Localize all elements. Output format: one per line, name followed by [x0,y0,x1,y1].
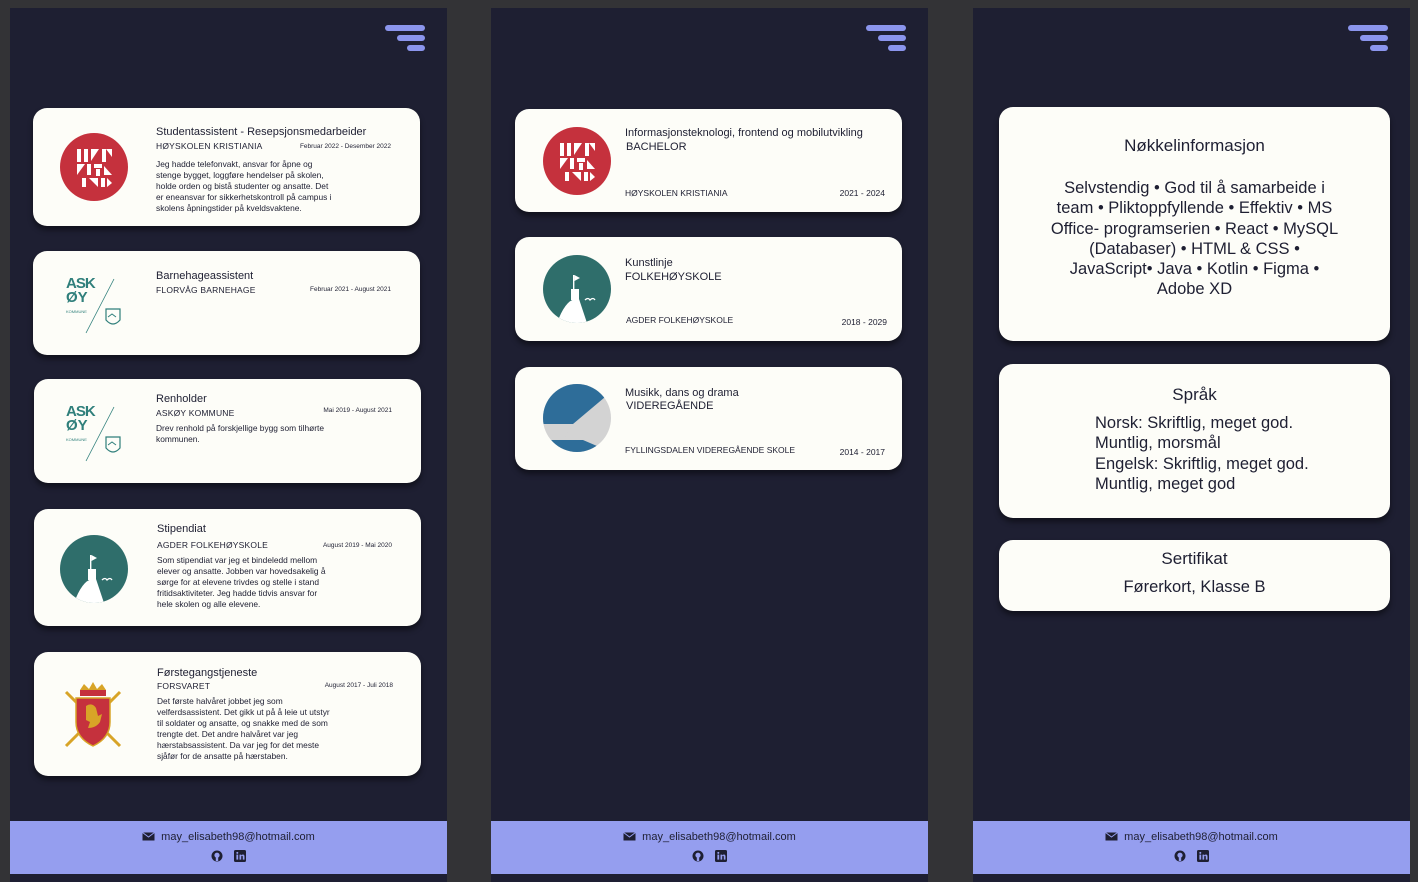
key-info-text: Selvstendig • God til å samarbeide i tea… [1050,179,1339,299]
job-org: AGDER FOLKEHØYSKOLE [157,540,269,550]
study-years: 2018 - 2029 [841,317,887,327]
study-title: Informasjonsteknologi, frontend og mobil… [625,127,863,139]
menu-icon[interactable] [385,25,425,51]
certificate-card: Sertifikat Førerkort, Klasse B [999,540,1390,611]
forsvaret-coat-of-arms [64,682,122,748]
footer: may_elisabeth98@hotmail.com [491,821,928,874]
job-description: Jeg hadde telefonvakt, ansvar for åpne o… [156,159,332,213]
kristiania-logo [543,127,611,195]
linkedin-icon[interactable] [714,849,727,862]
mail-icon [142,832,155,841]
education-page: Informasjonsteknologi, frontend og mobil… [491,8,928,882]
fyllingsdalen-logo [543,384,611,452]
job-title: Renholder [156,393,207,405]
email-link[interactable]: may_elisabeth98@hotmail.com [491,831,928,843]
study-degree: FOLKEHØYSKOLE [625,271,722,283]
key-info-card: Nøkkelinformasjon Selvstendig • God til … [999,107,1390,341]
study-school: HØYSKOLEN KRISTIANIA [625,188,728,198]
job-org: FLORVÅG BARNEHAGE [156,285,256,295]
job-title: Førstegangstjeneste [157,667,258,679]
job-date: August 2019 - Mai 2020 [322,542,392,549]
study-title: Musikk, dans og drama [625,387,739,399]
mail-icon [623,832,636,841]
folkehoyskole-logo [543,255,611,323]
askoy-logo: ASK ØY KOMMUNE [62,275,124,335]
language-text: Norsk: Skriftlig, meget god. Muntlig, mo… [1095,414,1309,493]
study-degree: BACHELOR [626,141,687,153]
work-card: Førstegangstjeneste FORSVARET August 201… [34,652,421,776]
education-card: Kunstlinje FOLKEHØYSKOLE AGDER FOLKEHØYS… [515,237,902,341]
job-description: Som stipendiat var jeg et bindeledd mell… [157,555,326,609]
certificate-heading: Sertifikat [1161,549,1228,568]
job-date: Februar 2021 - August 2021 [310,286,391,293]
work-card: Stipendiat AGDER FOLKEHØYSKOLE August 20… [34,509,421,626]
job-date: Februar 2022 - Desember 2022 [299,143,391,150]
mail-icon [1105,832,1118,841]
job-description: Drev renhold på forskjellige bygg som ti… [156,423,325,444]
work-card: ASK ØY KOMMUNE Barnehageassistent FLORVÅ… [33,251,420,355]
work-page: Studentassistent - Resepsjonsmedarbeider… [10,8,447,882]
key-info-heading: Nøkkelinformasjon [1124,136,1265,155]
study-years: 2014 - 2017 [839,447,885,457]
menu-icon[interactable] [1348,25,1388,51]
linkedin-icon[interactable] [1196,849,1209,862]
job-title: Stipendiat [157,523,206,535]
linkedin-icon[interactable] [233,849,246,862]
job-org: HØYSKOLEN KRISTIANIA [156,141,263,151]
language-card: Språk Norsk: Skriftlig, meget god. Muntl… [999,364,1390,518]
email-link[interactable]: may_elisabeth98@hotmail.com [10,831,447,843]
github-icon[interactable] [692,849,704,862]
job-date: Mai 2019 - August 2021 [323,407,392,414]
study-school: AGDER FOLKEHØYSKOLE [626,315,734,325]
kristiania-logo [60,133,128,201]
menu-icon[interactable] [866,25,906,51]
footer: may_elisabeth98@hotmail.com [10,821,447,874]
study-years: 2021 - 2024 [839,188,885,198]
job-org: FORSVARET [157,681,211,691]
education-card: Musikk, dans og drama VIDEREGÅENDE FYLLI… [515,367,902,470]
folkehoyskole-logo [60,535,128,603]
language-heading: Språk [1172,385,1217,404]
github-icon[interactable] [1174,849,1186,862]
email-link[interactable]: may_elisabeth98@hotmail.com [973,831,1410,843]
info-page: Nøkkelinformasjon Selvstendig • God til … [973,8,1410,882]
job-date: August 2017 - Juli 2018 [324,682,393,689]
job-title: Barnehageassistent [156,270,254,282]
study-degree: VIDEREGÅENDE [626,400,714,412]
github-icon[interactable] [211,849,223,862]
job-org: ASKØY KOMMUNE [156,408,235,418]
work-card: Studentassistent - Resepsjonsmedarbeider… [33,108,420,226]
footer: may_elisabeth98@hotmail.com [973,821,1410,874]
study-school: FYLLINGSDALEN VIDEREGÅENDE SKOLE [625,445,796,455]
certificate-text: Førerkort, Klasse B [1123,578,1266,596]
askoy-logo: ASK ØY KOMMUNE [62,403,124,463]
work-card: ASK ØY KOMMUNE Renholder ASKØY KOMMUNE M… [34,379,421,483]
job-title: Studentassistent - Resepsjonsmedarbeider [156,126,367,138]
study-title: Kunstlinje [625,257,673,269]
job-description: Det første halvåret jobbet jeg som velfe… [157,696,330,761]
education-card: Informasjonsteknologi, frontend og mobil… [515,109,902,212]
